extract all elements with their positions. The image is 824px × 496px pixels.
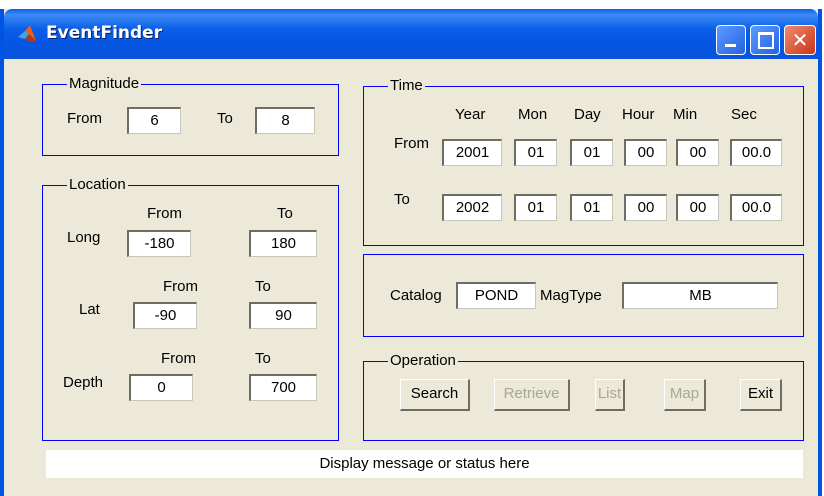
retrieve-button[interactable]: Retrieve	[494, 379, 570, 411]
lat-to-header: To	[255, 278, 271, 295]
catalog-field[interactable]: POND	[456, 282, 536, 309]
magnitude-group-title: Magnitude	[67, 75, 142, 93]
time-to-hour[interactable]: 00	[624, 194, 667, 221]
time-from-mon[interactable]: 01	[514, 139, 557, 166]
long-from-header: From	[147, 205, 182, 222]
lat-to-field[interactable]: 90	[249, 302, 317, 329]
magnitude-to-field[interactable]: 8	[255, 107, 315, 134]
time-from-min[interactable]: 00	[676, 139, 719, 166]
lat-label: Lat	[79, 301, 100, 318]
time-to-min[interactable]: 00	[676, 194, 719, 221]
window-content: Magnitude From 6 To 8 Location Long From…	[4, 59, 818, 496]
operation-group-title: Operation	[388, 352, 458, 370]
time-from-label: From	[394, 135, 429, 152]
time-group: Time Year Mon Day Hour Min Sec From 2001…	[363, 77, 804, 246]
time-day-header: Day	[574, 106, 601, 123]
list-button[interactable]: List	[595, 379, 625, 411]
matlab-icon	[18, 25, 36, 42]
lat-from-field[interactable]: -90	[133, 302, 197, 329]
location-group: Location Long From To -180 180 Lat From …	[42, 176, 339, 441]
long-to-field[interactable]: 180	[249, 230, 317, 257]
window-title: EventFinder	[46, 23, 163, 43]
catalog-group: Catalog POND MagType MB	[363, 254, 804, 337]
time-to-sec[interactable]: 00.0	[730, 194, 782, 221]
long-from-field[interactable]: -180	[127, 230, 191, 257]
status-message: Display message or status here	[46, 450, 803, 478]
time-to-label: To	[394, 191, 410, 208]
map-button[interactable]: Map	[664, 379, 706, 411]
catalog-label: Catalog	[390, 287, 442, 304]
magnitude-to-label: To	[217, 110, 233, 127]
time-to-mon[interactable]: 01	[514, 194, 557, 221]
long-to-header: To	[277, 205, 293, 222]
time-to-year[interactable]: 2002	[442, 194, 502, 221]
time-from-year[interactable]: 2001	[442, 139, 502, 166]
time-group-title: Time	[388, 77, 425, 95]
eventfinder-window: EventFinder ✕ Magnitude From 6 To 8 Loca…	[0, 9, 822, 496]
operation-group: Operation Search Retrieve List Map Exit	[363, 352, 804, 441]
time-sec-header: Sec	[731, 106, 757, 123]
time-min-header: Min	[673, 106, 698, 123]
title-bar[interactable]: EventFinder ✕	[4, 9, 818, 59]
maximize-button[interactable]	[750, 25, 780, 55]
depth-from-header: From	[161, 350, 196, 367]
close-icon: ✕	[791, 28, 809, 52]
close-button[interactable]: ✕	[784, 25, 816, 55]
time-hour-header: Hour	[622, 106, 655, 123]
lat-from-header: From	[163, 278, 198, 295]
search-button[interactable]: Search	[400, 379, 470, 411]
depth-from-field[interactable]: 0	[129, 374, 193, 401]
depth-to-header: To	[255, 350, 271, 367]
minimize-button[interactable]	[716, 25, 746, 55]
time-from-hour[interactable]: 00	[624, 139, 667, 166]
time-mon-header: Mon	[518, 106, 548, 123]
maximize-icon	[758, 32, 774, 49]
magnitude-from-label: From	[67, 110, 102, 127]
magnitude-group: Magnitude From 6 To 8	[42, 75, 339, 156]
depth-to-field[interactable]: 700	[249, 374, 317, 401]
time-to-day[interactable]: 01	[570, 194, 613, 221]
time-year-header: Year	[455, 106, 486, 123]
exit-button[interactable]: Exit	[740, 379, 782, 411]
location-group-title: Location	[67, 176, 128, 194]
minimize-icon	[725, 44, 736, 47]
long-label: Long	[67, 229, 101, 246]
time-from-sec[interactable]: 00.0	[730, 139, 782, 166]
magtype-label: MagType	[540, 287, 602, 304]
magtype-field[interactable]: MB	[622, 282, 778, 309]
time-from-day[interactable]: 01	[570, 139, 613, 166]
magnitude-from-field[interactable]: 6	[127, 107, 181, 134]
depth-label: Depth	[63, 374, 104, 391]
